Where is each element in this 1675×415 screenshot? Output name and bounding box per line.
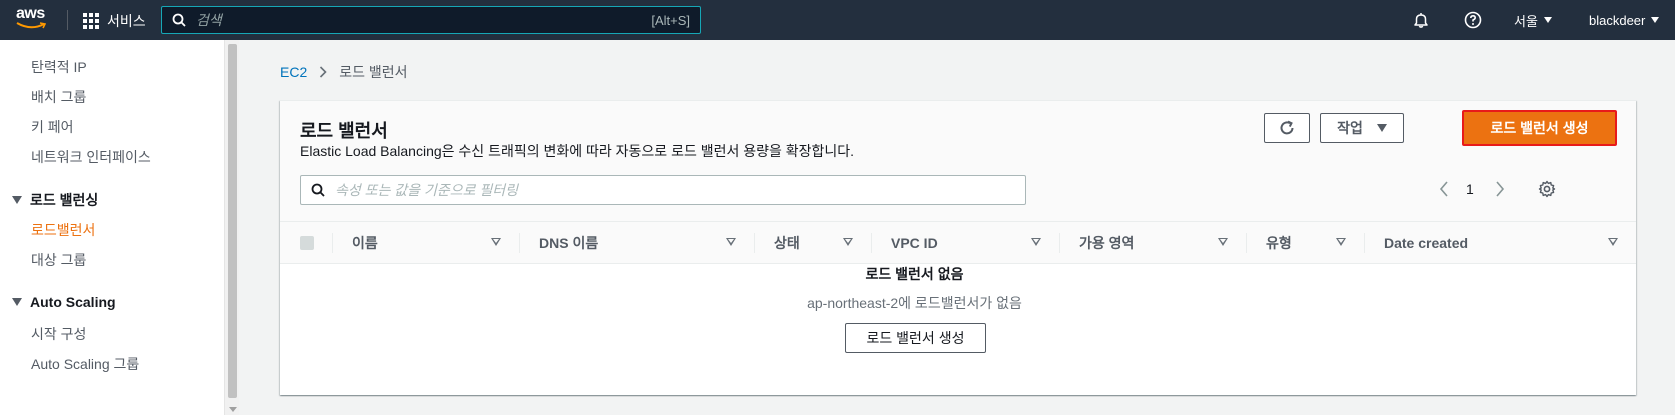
panel-header: 로드 밸런서 Elastic Load Balancing은 수신 트래픽의 변…: [280, 101, 1636, 222]
empty-create-load-balancer-button[interactable]: 로드 밸런서 생성: [845, 323, 986, 353]
column-divider: [1059, 233, 1060, 253]
chevron-right-icon: [320, 66, 327, 78]
sidebar-section-title: 로드 밸런싱: [30, 192, 99, 208]
column-divider: [871, 233, 872, 253]
breadcrumb: EC2 로드 밸런서: [280, 62, 408, 82]
filter-placeholder: 속성 또는 값을 기준으로 필터링: [335, 182, 518, 198]
refresh-button[interactable]: [1264, 113, 1310, 143]
scrollbar-thumb[interactable]: [228, 44, 237, 398]
empty-state-subtitle: ap-northeast-2에 로드밸런서가 없음: [807, 295, 1022, 311]
next-page-button[interactable]: [1495, 181, 1505, 197]
nav-divider: [67, 10, 68, 30]
column-header-name[interactable]: 이름: [352, 222, 378, 264]
caret-down-icon: [12, 298, 22, 306]
search-icon: [311, 183, 325, 197]
page-description: Elastic Load Balancing은 수신 트래픽의 변화에 따라 자…: [300, 143, 855, 159]
sidebar-item-key-pairs[interactable]: 키 페어: [31, 117, 74, 137]
refresh-icon: [1280, 120, 1294, 135]
caret-down-icon: [12, 196, 22, 204]
column-header-state[interactable]: 상태: [774, 222, 800, 264]
sidebar-section-title: Auto Scaling: [30, 294, 116, 310]
sort-icon[interactable]: [726, 238, 736, 246]
preferences-button[interactable]: [1538, 180, 1556, 198]
chevron-right-icon: [1496, 181, 1505, 197]
services-menu-button[interactable]: 서비스: [83, 11, 146, 31]
column-divider: [332, 233, 333, 253]
sort-icon[interactable]: [491, 238, 501, 246]
search-placeholder: 검색: [196, 12, 222, 28]
sidebar-scrollbar[interactable]: [224, 40, 239, 415]
sidebar-item-target-groups[interactable]: 대상 그룹: [31, 250, 86, 270]
sidebar-item-placement-groups[interactable]: 배치 그룹: [31, 87, 86, 107]
aws-logo[interactable]: aws: [16, 6, 50, 32]
page-title: 로드 밸런서: [300, 121, 388, 141]
column-header-vpc-id[interactable]: VPC ID: [891, 222, 938, 264]
help-button[interactable]: [1464, 0, 1482, 40]
column-divider: [1364, 233, 1365, 253]
actions-dropdown-button[interactable]: 작업: [1320, 113, 1404, 143]
region-label: 서울: [1514, 13, 1538, 29]
chevron-left-icon: [1439, 181, 1448, 197]
search-shortcut: [Alt+S]: [651, 12, 690, 28]
sort-icon[interactable]: [1608, 238, 1618, 246]
aws-logo-text: aws: [16, 5, 45, 22]
breadcrumb-current: 로드 밸런서: [339, 64, 408, 80]
select-all-checkbox[interactable]: [300, 236, 314, 250]
sidebar-item-load-balancers[interactable]: 로드밸런서: [31, 220, 95, 240]
previous-page-button[interactable]: [1439, 181, 1449, 197]
scroll-down-arrow-icon[interactable]: [229, 407, 237, 412]
help-icon: [1464, 11, 1482, 29]
filter-input[interactable]: 속성 또는 값을 기준으로 필터링: [300, 175, 1026, 205]
sidebar-item-elastic-ip[interactable]: 탄력적 IP: [31, 57, 87, 77]
chevron-down-icon: [1543, 17, 1552, 23]
bell-button[interactable]: [1412, 0, 1430, 40]
create-load-balancer-button[interactable]: 로드 밸런서 생성: [1462, 110, 1617, 146]
sort-icon[interactable]: [1336, 238, 1346, 246]
column-header-availability-zones[interactable]: 가용 영역: [1079, 222, 1134, 264]
table-header: 이름 DNS 이름 상태 VPC ID 가용 영역 유형 Date create…: [280, 222, 1636, 264]
account-label: blackdeer: [1589, 12, 1646, 28]
empty-state-title: 로드 밸런서 없음: [865, 266, 964, 282]
sidebar-item-auto-scaling-groups[interactable]: Auto Scaling 그룹: [31, 354, 139, 374]
services-label: 서비스: [107, 13, 146, 29]
bell-icon: [1414, 13, 1428, 28]
top-navigation: aws 서비스 검색 [Alt+S] 서울 blackdeer: [0, 0, 1675, 40]
column-divider: [754, 233, 755, 253]
column-divider: [1246, 233, 1247, 253]
region-selector[interactable]: 서울: [1514, 0, 1552, 40]
load-balancers-panel: 로드 밸런서 Elastic Load Balancing은 수신 트래픽의 변…: [280, 100, 1636, 395]
page-number[interactable]: 1: [1466, 181, 1474, 197]
aws-smile-icon: [16, 22, 46, 29]
column-divider: [519, 233, 520, 253]
sort-icon[interactable]: [1218, 238, 1228, 246]
search-icon: [172, 13, 186, 27]
sort-icon[interactable]: [843, 238, 853, 246]
gear-icon: [1538, 180, 1556, 198]
sidebar-section-auto-scaling[interactable]: Auto Scaling: [12, 294, 116, 310]
grid-icon: [83, 13, 99, 29]
caret-down-icon: [1376, 124, 1387, 132]
sort-icon[interactable]: [1031, 238, 1041, 246]
search-input[interactable]: 검색 [Alt+S]: [161, 6, 701, 34]
sidebar-item-network-interfaces[interactable]: 네트워크 인터페이스: [31, 147, 151, 167]
sidebar: 탄력적 IP 배치 그룹 키 페어 네트워크 인터페이스 로드 밸런싱 로드밸런…: [0, 40, 224, 415]
sidebar-item-launch-configurations[interactable]: 시작 구성: [31, 324, 86, 344]
actions-label: 작업: [1337, 120, 1363, 136]
column-header-dns-name[interactable]: DNS 이름: [539, 222, 598, 264]
breadcrumb-ec2-link[interactable]: EC2: [280, 64, 307, 80]
chevron-down-icon: [1651, 17, 1660, 23]
column-header-type[interactable]: 유형: [1266, 222, 1292, 264]
sidebar-section-load-balancing[interactable]: 로드 밸런싱: [12, 190, 98, 210]
column-header-date-created[interactable]: Date created: [1384, 222, 1468, 264]
account-menu[interactable]: blackdeer: [1589, 0, 1660, 40]
